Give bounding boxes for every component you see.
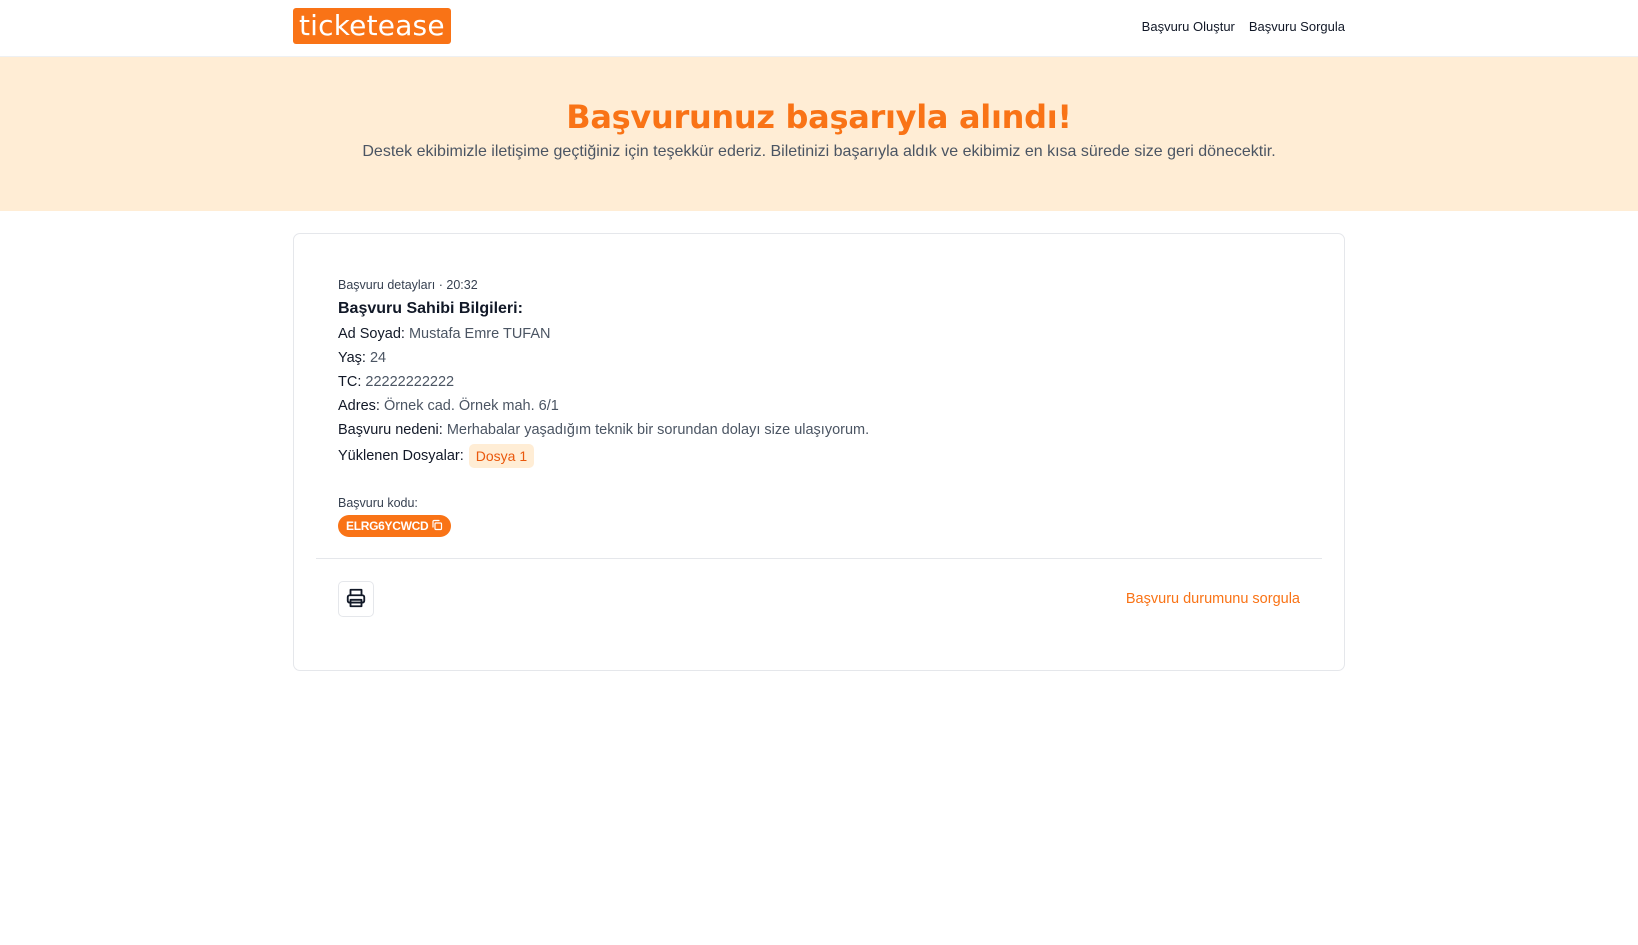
details-meta: Başvuru detayları · 20:32: [338, 278, 478, 292]
page-title: Başvurunuz başarıyla alındı!: [566, 98, 1072, 136]
field-label: Adres:: [338, 398, 380, 414]
logo[interactable]: ticketease: [293, 8, 451, 44]
nav-query-application[interactable]: Başvuru Sorgula: [1249, 19, 1345, 34]
field-value: 22222222222: [365, 374, 455, 390]
application-details-card: Başvuru detayları · 20:32 Başvuru Sahibi…: [293, 233, 1345, 671]
success-banner: Başvurunuz başarıyla alındı! Destek ekib…: [0, 57, 1638, 211]
query-status-link[interactable]: Başvuru durumunu sorgula: [1126, 591, 1300, 607]
field-age: Yaş: 24: [338, 350, 1300, 366]
files-label: Yüklenen Dosyalar:: [338, 448, 464, 464]
card-body: Başvuru detayları · 20:32 Başvuru Sahibi…: [316, 278, 1322, 537]
field-address: Adres: Örnek cad. Örnek mah. 6/1: [338, 398, 1300, 414]
field-label: Başvuru nedeni:: [338, 422, 443, 438]
application-code: ELRG6YCWCD: [346, 519, 429, 533]
field-value: 24: [369, 350, 387, 366]
field-value: Merhabalar yaşadığım teknik bir sorundan…: [446, 422, 870, 438]
header-inner: ticketease Başvuru Oluştur Başvuru Sorgu…: [293, 0, 1345, 56]
file-chip[interactable]: Dosya 1: [468, 444, 535, 468]
section-title: Başvuru Sahibi Bilgileri:: [338, 300, 523, 317]
field-reason: Başvuru nedeni: Merhabalar yaşadığım tek…: [338, 422, 1300, 438]
field-value: Örnek cad. Örnek mah. 6/1: [383, 398, 559, 414]
field-tc: TC: 22222222222: [338, 374, 1300, 390]
uploaded-files: Yüklenen Dosyalar: Dosya 1: [338, 444, 1300, 468]
field-value: Mustafa Emre TUFAN: [408, 326, 551, 342]
field-label: Yaş:: [338, 350, 366, 366]
field-label: Ad Soyad:: [338, 326, 405, 342]
printer-icon: [345, 587, 367, 612]
site-header: ticketease Başvuru Oluştur Başvuru Sorgu…: [0, 0, 1638, 57]
application-code-badge[interactable]: ELRG6YCWCD: [338, 515, 452, 537]
print-button[interactable]: [338, 581, 374, 617]
card-footer: Başvuru durumunu sorgula: [316, 559, 1322, 617]
code-label: Başvuru kodu:: [338, 496, 418, 510]
field-name: Ad Soyad: Mustafa Emre TUFAN: [338, 326, 1300, 342]
nav-create-application[interactable]: Başvuru Oluştur: [1142, 19, 1235, 34]
copy-icon[interactable]: [431, 519, 443, 534]
main-nav: Başvuru Oluştur Başvuru Sorgula: [1142, 19, 1345, 34]
field-label: TC:: [338, 374, 362, 390]
page-subtitle: Destek ekibimizle iletişime geçtiğiniz i…: [362, 143, 1276, 160]
